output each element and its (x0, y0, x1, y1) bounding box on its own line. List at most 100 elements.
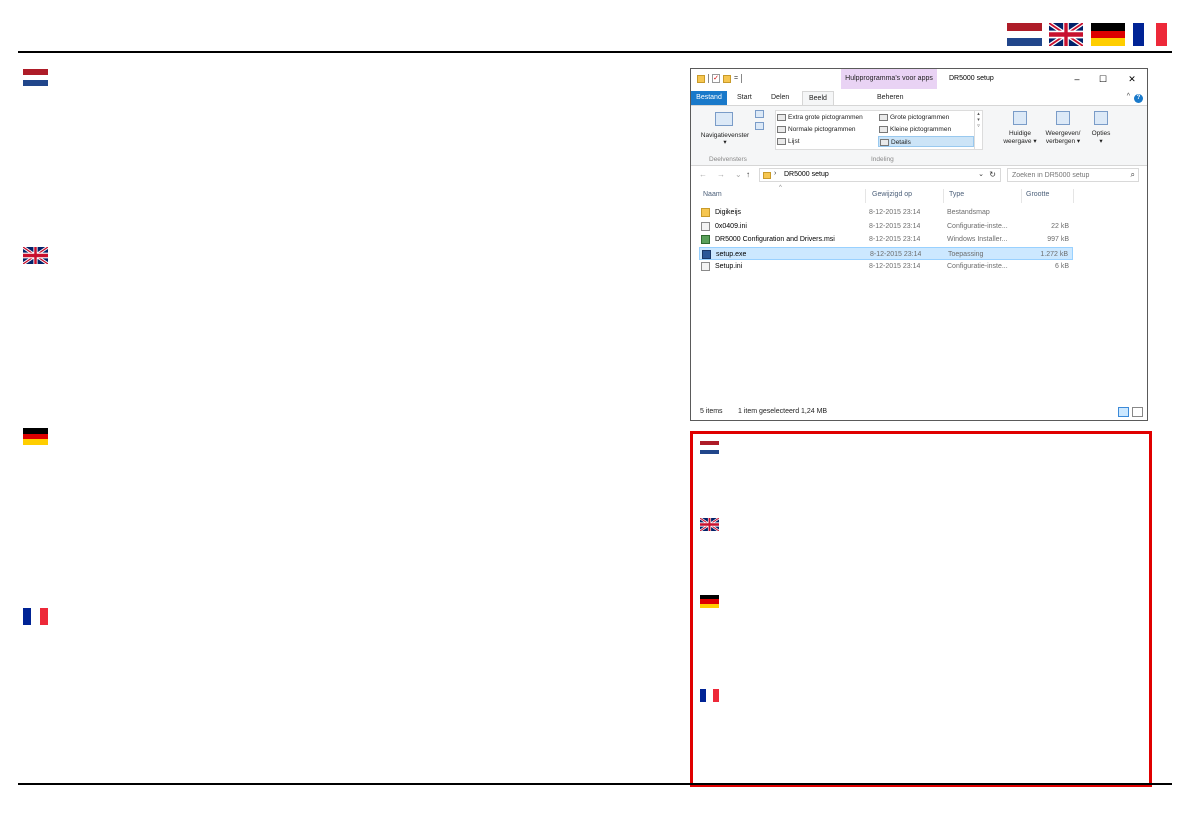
address-bar[interactable]: › DR5000 setup ⌄ ↻ (759, 168, 1001, 182)
msi-file-icon (701, 235, 710, 244)
address-path[interactable]: DR5000 setup (784, 171, 829, 178)
file-size: 22 kB (1051, 222, 1069, 230)
section-flag-fr-icon (23, 608, 48, 625)
layout-icon (879, 126, 888, 133)
current-view-button[interactable]: Huidige weergave ▾ (999, 130, 1041, 146)
file-name: 0x0409.ini (715, 222, 747, 230)
tab-beeld[interactable]: Beeld (802, 91, 834, 105)
details-view-icon[interactable] (1118, 407, 1129, 417)
frame-flag-fr-icon (700, 689, 719, 702)
column-divider[interactable] (943, 189, 944, 203)
up-icon[interactable]: ↑ (746, 170, 750, 179)
file-size: 997 kB (1047, 236, 1069, 243)
layout-details[interactable]: Details (878, 136, 974, 147)
layout-medium-icons[interactable]: Normale pictogrammen (776, 124, 878, 135)
ribbon: Navigatievenster ▾ Deelvensters Extra gr… (691, 105, 1147, 166)
folder-icon (701, 208, 710, 217)
address-bar-row: ← → ⌄ ↑ › DR5000 setup ⌄ ↻ ⌕ (691, 166, 1147, 184)
frame-flag-nl-icon (700, 441, 719, 454)
navigation-pane-icon[interactable] (715, 112, 733, 126)
new-folder-icon[interactable] (723, 74, 731, 83)
separator (741, 74, 743, 83)
ini-file-icon (701, 221, 710, 231)
gallery-scroll[interactable]: ▴ ▾ ▿ (974, 111, 982, 149)
show-hide-button[interactable]: Weergeven/ verbergen ▾ (1041, 130, 1085, 146)
back-icon[interactable]: ← (699, 170, 707, 179)
file-type: Toepassing (948, 250, 984, 258)
file-row[interactable]: Setup.ini 8-12-2015 23:14 Configuratie-i… (699, 260, 1073, 273)
layout-large-icons[interactable]: Grote pictogrammen (878, 112, 974, 123)
navigation-pane-arrow-icon[interactable]: ▾ (693, 139, 757, 147)
highlight-frame (690, 431, 1152, 787)
column-divider[interactable] (865, 189, 866, 203)
column-name[interactable]: Naam (703, 191, 722, 198)
file-row-selected[interactable]: setup.exe 8-12-2015 23:14 Toepassing 1.2… (699, 246, 1073, 260)
details-pane-icon[interactable] (755, 122, 764, 130)
layout-icon (777, 114, 786, 121)
flag-fr-icon[interactable] (1133, 23, 1167, 46)
section-flag-de-icon (23, 428, 48, 445)
layout-small-icons[interactable]: Kleine pictogrammen (878, 124, 974, 135)
file-row[interactable]: 0x0409.ini 8-12-2015 23:14 Configuratie-… (699, 220, 1073, 233)
layout-icon (880, 139, 889, 146)
file-date: 8-12-2015 23:14 (869, 209, 921, 216)
collapse-ribbon-icon[interactable]: ^ (1127, 93, 1130, 100)
folder-icon (763, 172, 771, 179)
close-button[interactable]: ✕ (1118, 69, 1146, 89)
minimize-button[interactable]: – (1063, 69, 1091, 89)
tab-delen[interactable]: Delen (765, 91, 795, 105)
help-icon[interactable]: ? (1134, 94, 1143, 103)
tab-start[interactable]: Start (731, 91, 758, 105)
file-row[interactable]: DR5000 Configuration and Drivers.msi 8-1… (699, 233, 1073, 246)
maximize-button[interactable]: ☐ (1089, 69, 1117, 89)
flag-uk-icon[interactable] (1049, 23, 1083, 46)
column-size[interactable]: Grootte (1026, 191, 1049, 198)
file-type: Windows Installer... (947, 236, 1008, 243)
recent-dropdown-icon[interactable]: ⌄ (735, 170, 742, 179)
large-icons-view-icon[interactable] (1132, 407, 1143, 417)
file-name: Setup.ini (715, 263, 743, 270)
flag-de-icon[interactable] (1091, 23, 1125, 46)
footer-divider (18, 783, 1172, 785)
quick-access-dropdown-icon[interactable]: = (734, 75, 738, 82)
options-button[interactable]: Opties ▾ (1087, 130, 1115, 146)
preview-pane-icon[interactable] (755, 110, 764, 118)
current-view-icon[interactable] (1013, 111, 1027, 125)
quick-access-toolbar: ✓ = (697, 74, 743, 83)
column-divider[interactable] (1021, 189, 1022, 203)
column-type[interactable]: Type (949, 191, 964, 198)
flag-nl-icon[interactable] (1007, 23, 1042, 46)
file-date: 8-12-2015 23:14 (869, 222, 921, 230)
chevron-right-icon[interactable]: › (774, 170, 776, 177)
search-icon[interactable]: ⌕ (1131, 170, 1135, 180)
ini-file-icon (701, 262, 710, 271)
file-name: setup.exe (716, 250, 747, 258)
layout-icon (777, 126, 786, 133)
header-divider (18, 51, 1172, 53)
file-row[interactable]: Digikeijs 8-12-2015 23:14 Bestandsmap (699, 206, 1073, 219)
options-icon[interactable] (1094, 111, 1108, 125)
column-divider[interactable] (1073, 189, 1074, 203)
properties-icon[interactable]: ✓ (712, 74, 720, 83)
exe-file-icon (702, 249, 711, 259)
item-count: 5 items (700, 408, 723, 415)
group-indeling: Indeling (871, 156, 894, 163)
search-input[interactable] (1008, 169, 1118, 181)
tool-tab-label: Hulpprogramma's voor apps (841, 69, 937, 89)
show-hide-icon[interactable] (1056, 111, 1070, 125)
chevron-down-icon[interactable]: ⌄ (978, 170, 984, 178)
refresh-icon[interactable]: ↻ (989, 170, 996, 179)
tab-bestand[interactable]: Bestand (691, 91, 727, 105)
search-box[interactable]: ⌕ (1007, 168, 1139, 182)
layout-icon (879, 114, 888, 121)
folder-icon[interactable] (697, 74, 705, 83)
file-date: 8-12-2015 23:14 (869, 236, 921, 243)
forward-icon[interactable]: → (717, 170, 725, 179)
frame-flag-uk-icon (700, 518, 719, 531)
tab-beheren[interactable]: Beheren (871, 91, 909, 105)
layout-list[interactable]: Lijst (776, 136, 878, 147)
layout-extra-large-icons[interactable]: Extra grote pictogrammen (776, 112, 878, 123)
column-date[interactable]: Gewijzigd op (872, 191, 912, 198)
file-type: Configuratie-inste... (947, 222, 1008, 230)
group-deelvensters: Deelvensters (709, 156, 747, 163)
